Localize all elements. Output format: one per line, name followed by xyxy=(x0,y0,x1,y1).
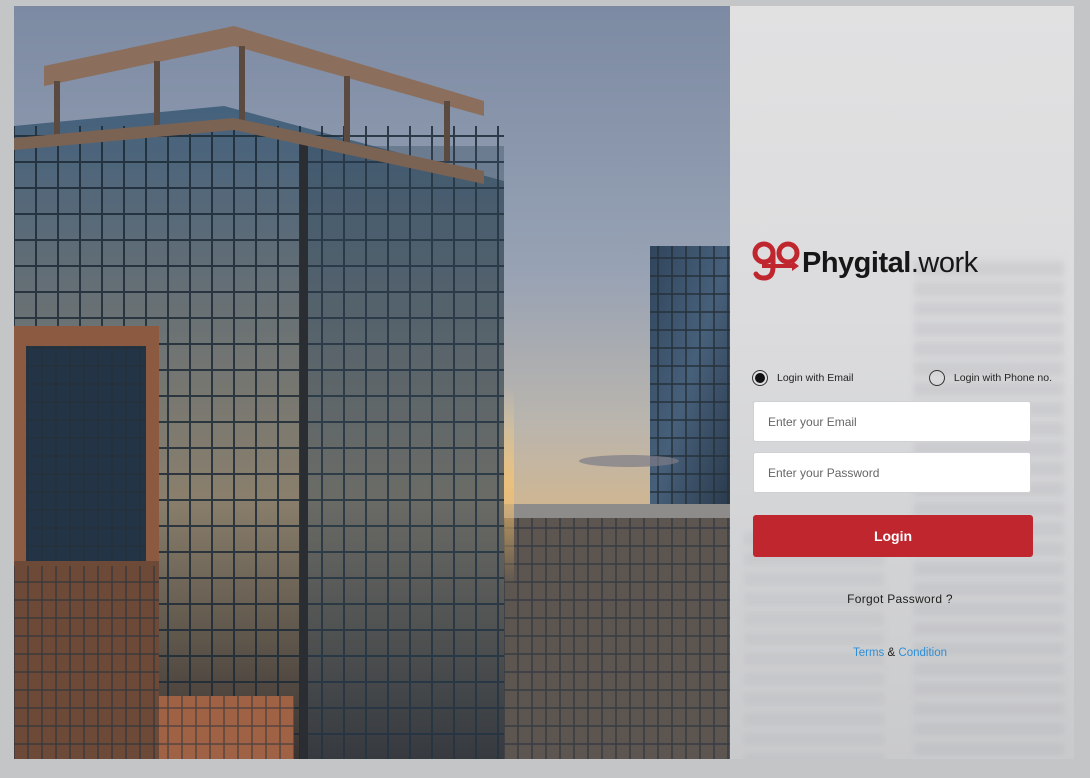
login-page: Phygital.work Login with Email Login wit… xyxy=(14,6,1074,759)
terms-ampersand: & xyxy=(887,647,896,659)
login-with-email-option[interactable]: Login with Email xyxy=(752,370,853,386)
radio-selected-icon[interactable] xyxy=(752,370,768,386)
brand-logo: Phygital.work xyxy=(752,236,1032,290)
panel-background-building xyxy=(914,256,1064,759)
password-input[interactable] xyxy=(753,452,1031,493)
forgot-password-link[interactable]: Forgot Password ? xyxy=(730,592,1070,606)
login-button[interactable]: Login xyxy=(753,515,1033,557)
login-with-phone-option[interactable]: Login with Phone no. xyxy=(928,370,1052,386)
brand-name: Phygital.work xyxy=(802,246,978,279)
login-mode-selector: Login with Email Login with Phone no. xyxy=(752,368,1052,388)
login-panel: Phygital.work Login with Email Login wit… xyxy=(730,6,1074,759)
radio-unselected-icon[interactable] xyxy=(928,370,945,386)
go-logo-icon xyxy=(752,241,800,281)
panel-background-building xyxy=(744,526,884,759)
brand-name-suffix: .work xyxy=(910,246,978,279)
terms-and-condition: Terms & Condition xyxy=(730,647,1070,659)
condition-link[interactable]: Condition xyxy=(898,647,947,659)
brand-name-bold: Phygital xyxy=(802,246,911,279)
terms-link[interactable]: Terms xyxy=(853,647,884,659)
hero-building-image xyxy=(14,6,730,759)
email-input[interactable] xyxy=(753,401,1031,442)
login-with-email-label: Login with Email xyxy=(777,372,854,384)
login-with-phone-label: Login with Phone no. xyxy=(953,372,1052,384)
